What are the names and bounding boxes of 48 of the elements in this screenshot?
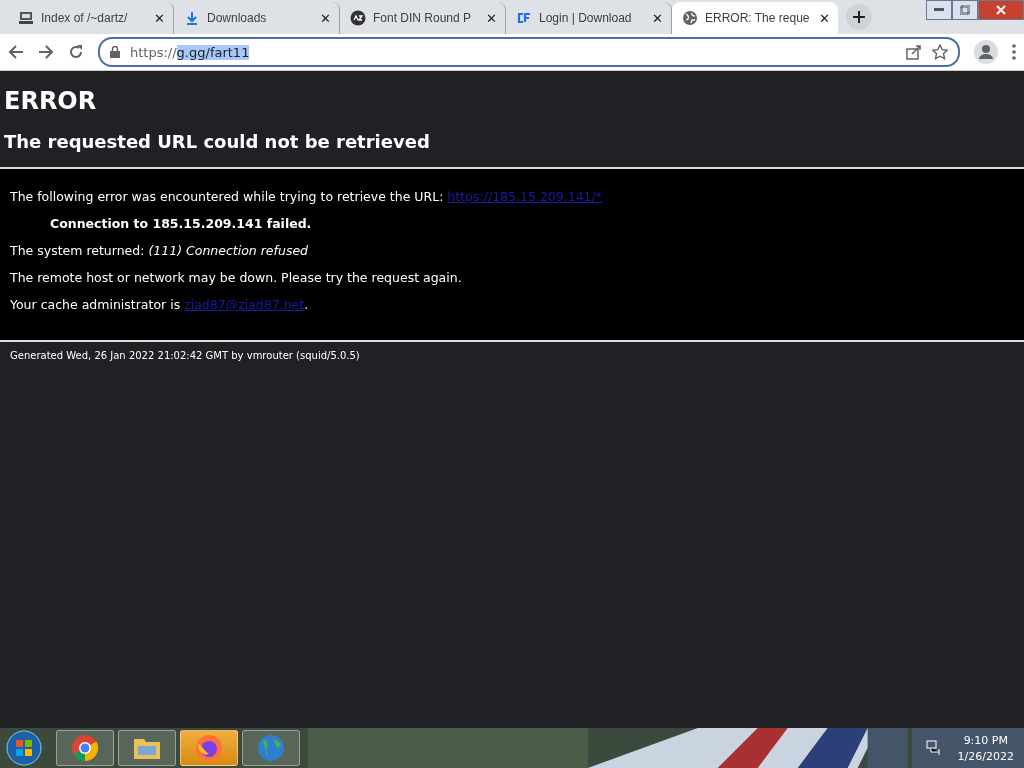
browser-tab[interactable]: ERROR: The reque ✕ <box>672 2 838 34</box>
tab-close-button[interactable]: ✕ <box>486 11 497 25</box>
start-button[interactable] <box>6 730 42 766</box>
error-subheading: The requested URL could not be retrieved <box>4 131 431 152</box>
restore-button[interactable] <box>952 0 978 20</box>
star-icon[interactable] <box>932 44 948 60</box>
returned-label: The system returned: <box>10 243 145 258</box>
admin-label: Your cache administrator is <box>10 297 181 312</box>
returned-value: (111) Connection refused <box>148 243 308 258</box>
minimize-icon <box>934 8 944 12</box>
taskbar-button[interactable] <box>180 730 238 766</box>
profile-icon[interactable] <box>974 40 998 64</box>
firefox-icon <box>195 734 223 762</box>
globe-icon <box>257 734 285 762</box>
period-text: . <box>304 297 309 312</box>
lock-icon <box>110 46 120 58</box>
clock-time: 9:10 PM <box>963 733 1008 747</box>
back-icon[interactable] <box>8 44 24 60</box>
download-icon <box>184 10 200 26</box>
chrome-icon <box>71 734 99 762</box>
globe-icon <box>682 10 698 26</box>
footer-text: Generated Wed, 26 Jan 2022 21:02:42 GMT by vmrouter (squid/5.0.5) <box>10 350 361 361</box>
advice-text: The remote host or network may be down. Please try the request again. <box>10 269 463 286</box>
error-heading: ERROR <box>4 87 98 115</box>
cf-logo-icon <box>516 11 532 25</box>
clock-date: 1/26/2022 <box>957 749 1014 763</box>
new-tab-button[interactable] <box>846 4 872 30</box>
taskbar-button[interactable] <box>56 730 114 766</box>
close-button[interactable] <box>978 0 1024 20</box>
tab-close-button[interactable]: ✕ <box>154 11 165 25</box>
plus-icon <box>853 11 865 23</box>
failure-text: Connection to 185.15.209.141 failed. <box>49 215 313 232</box>
tab-close-button[interactable]: ✕ <box>819 11 830 25</box>
close-icon <box>996 5 1006 15</box>
share-icon[interactable] <box>906 44 922 60</box>
intro-text: The following error was encountered while trying to retrieve the URL: <box>10 189 444 204</box>
computer-icon <box>18 10 34 26</box>
minimize-button[interactable] <box>926 0 952 20</box>
network-icon[interactable] <box>925 740 942 756</box>
restore-icon <box>960 5 970 15</box>
reload-icon[interactable] <box>68 44 84 60</box>
taskbar-button[interactable] <box>118 730 176 766</box>
tab-close-button[interactable]: ✕ <box>320 11 331 25</box>
address-field[interactable]: https://g.gg/fart11 <box>98 37 960 67</box>
tab-close-button[interactable]: ✕ <box>652 11 663 25</box>
menu-icon[interactable] <box>1012 44 1016 60</box>
forward-icon[interactable] <box>38 44 54 60</box>
az-logo-icon <box>350 10 366 26</box>
